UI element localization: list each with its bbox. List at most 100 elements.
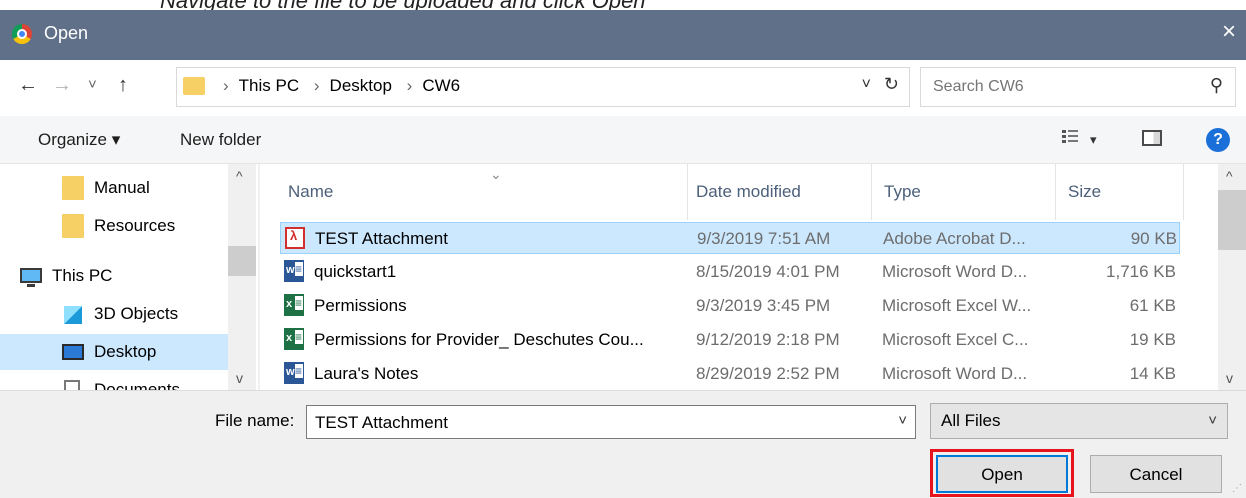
folder-icon <box>62 214 84 238</box>
file-name: Permissions for Provider_ Deschutes Cou.… <box>314 330 644 349</box>
help-icon[interactable]: ? <box>1206 128 1230 152</box>
file-name-field[interactable]: ˅ <box>306 405 916 439</box>
file-date: 9/3/2019 7:51 AM <box>697 229 831 248</box>
file-list-scrollbar[interactable]: ^ v <box>1218 164 1246 390</box>
word-icon: w <box>284 362 304 384</box>
file-type: Microsoft Excel C... <box>882 330 1029 349</box>
sidebar-item-label: Resources <box>94 216 176 235</box>
scroll-up-icon[interactable]: ^ <box>1226 168 1233 184</box>
file-type: Adobe Acrobat D... <box>883 229 1026 248</box>
file-date: 8/29/2019 2:52 PM <box>696 364 840 383</box>
address-bar[interactable]: › This PC › Desktop › CW6 ˅ ↻ <box>176 67 910 107</box>
view-dropdown-icon[interactable]: ▾ <box>1090 132 1097 148</box>
file-type-filter-value: All Files <box>941 411 1001 430</box>
file-type: Microsoft Word D... <box>882 262 1028 281</box>
refresh-icon[interactable]: ↻ <box>884 74 899 95</box>
forward-arrow-icon[interactable]: → <box>52 74 72 97</box>
breadcrumb-desktop[interactable]: Desktop <box>330 76 392 95</box>
search-input[interactable] <box>931 74 1185 100</box>
documents-icon <box>64 380 80 390</box>
chevron-down-icon[interactable]: ˅ <box>1208 412 1217 429</box>
window-title: Open <box>44 23 89 43</box>
breadcrumb-separator: › <box>223 76 229 95</box>
search-box[interactable]: ⚲ <box>920 67 1236 107</box>
column-header-size[interactable]: Size <box>1056 164 1184 220</box>
dialog-footer: File name: ˅ All Files ˅ Open Cancel ⋰ <box>0 390 1246 498</box>
open-button[interactable]: Open <box>936 455 1068 493</box>
sort-indicator-icon: ⌄ <box>490 166 502 182</box>
sidebar-item-manual[interactable]: Manual <box>0 170 228 206</box>
scroll-down-icon[interactable]: v <box>1226 370 1233 386</box>
sidebar-item-label: This PC <box>52 266 113 285</box>
pdf-icon <box>285 227 305 249</box>
column-header-name[interactable]: ⌄ Name <box>278 164 688 220</box>
file-size: 1,716 KB <box>1106 262 1176 281</box>
sidebar-item-3d-objects[interactable]: 3D Objects <box>0 296 228 332</box>
file-size: 14 KB <box>1129 364 1176 383</box>
search-icon[interactable]: ⚲ <box>1210 75 1223 96</box>
desktop-icon <box>62 344 84 360</box>
address-dropdown-icon[interactable]: ˅ <box>862 76 871 94</box>
file-type: Microsoft Excel W... <box>882 296 1032 315</box>
sidebar-item-label: Manual <box>94 178 150 197</box>
file-size: 61 KB <box>1129 296 1176 315</box>
file-name: quickstart1 <box>314 262 397 281</box>
scroll-up-icon[interactable]: ^ <box>236 168 243 184</box>
sidebar-item-this-pc[interactable]: This PC <box>0 258 228 294</box>
file-name-input[interactable] <box>313 411 877 435</box>
folder-icon <box>62 176 84 200</box>
file-name: TEST Attachment <box>315 229 448 248</box>
file-name: Laura's Notes <box>314 364 419 383</box>
open-file-dialog: Open × ← → ˅ ↑ › This PC › Desktop › CW6 ˅ … <box>0 10 1246 498</box>
cube-icon <box>64 306 82 324</box>
navigation-pane: Manual Resources This PC 3D Objects Desk… <box>0 164 258 390</box>
cancel-button[interactable]: Cancel <box>1090 455 1222 493</box>
title-bar: Open × <box>0 10 1246 60</box>
folder-icon <box>183 77 205 95</box>
sidebar-item-documents[interactable]: Documents <box>0 372 228 390</box>
file-row[interactable]: w Laura's Notes 8/29/2019 2:52 PM Micros… <box>280 358 1180 390</box>
breadcrumb-this-pc[interactable]: This PC <box>239 76 299 95</box>
file-date: 8/15/2019 4:01 PM <box>696 262 840 281</box>
file-date: 9/12/2019 2:18 PM <box>696 330 840 349</box>
scrollbar-thumb[interactable] <box>1218 190 1246 250</box>
sidebar-item-desktop[interactable]: Desktop <box>0 334 228 370</box>
file-row[interactable]: TEST Attachment 9/3/2019 7:51 AM Adobe A… <box>280 222 1180 254</box>
up-arrow-icon[interactable]: ↑ <box>118 74 128 97</box>
sidebar-item-label: 3D Objects <box>94 304 179 323</box>
resize-grip-icon[interactable]: ⋰ <box>1232 483 1242 494</box>
back-arrow-icon[interactable]: ← <box>18 74 38 97</box>
sidebar-item-label: Desktop <box>94 342 157 361</box>
word-icon: w <box>284 260 304 282</box>
view-options-icon[interactable] <box>1062 130 1084 148</box>
chrome-icon <box>12 24 32 44</box>
breadcrumb-separator: › <box>406 76 413 95</box>
file-name-label: File name: <box>215 411 295 430</box>
excel-icon: x <box>284 328 304 350</box>
file-type: Microsoft Word D... <box>882 364 1028 383</box>
new-folder-button[interactable]: New folder <box>180 130 261 150</box>
organize-button[interactable]: Organize ▾ <box>38 130 120 150</box>
column-header-date-modified[interactable]: Date modified <box>688 164 872 220</box>
file-date: 9/3/2019 3:45 PM <box>696 296 831 315</box>
close-button[interactable]: × <box>1222 18 1236 46</box>
sidebar-item-resources[interactable]: Resources <box>0 208 228 244</box>
breadcrumb-cw6[interactable]: CW6 <box>422 76 460 95</box>
file-row[interactable]: x Permissions 9/3/2019 3:45 PM Microsoft… <box>280 290 1180 322</box>
file-list: ⌄ Name Date modified Type Size TEST Atta… <box>260 164 1246 390</box>
breadcrumb: › This PC › Desktop › CW6 <box>213 76 460 96</box>
scrollbar-thumb[interactable] <box>228 246 256 276</box>
preview-pane-icon[interactable] <box>1142 130 1162 146</box>
chevron-down-icon[interactable]: ˅ <box>898 412 907 429</box>
file-type-filter[interactable]: All Files ˅ <box>930 403 1228 439</box>
navigation-bar: ← → ˅ ↑ › This PC › Desktop › CW6 ˅ ↻ ⚲ <box>0 60 1246 116</box>
breadcrumb-separator: › <box>313 76 320 95</box>
navigation-scrollbar[interactable]: ^ v <box>228 164 256 390</box>
file-row[interactable]: x Permissions for Provider_ Deschutes Co… <box>280 324 1180 356</box>
file-row[interactable]: w quickstart1 8/15/2019 4:01 PM Microsof… <box>280 256 1180 288</box>
column-header-type[interactable]: Type <box>872 164 1056 220</box>
sidebar-item-label: Documents <box>94 380 180 390</box>
file-size: 90 KB <box>1130 229 1177 248</box>
recent-locations-icon[interactable]: ˅ <box>88 76 97 93</box>
scroll-down-icon[interactable]: v <box>236 370 243 386</box>
